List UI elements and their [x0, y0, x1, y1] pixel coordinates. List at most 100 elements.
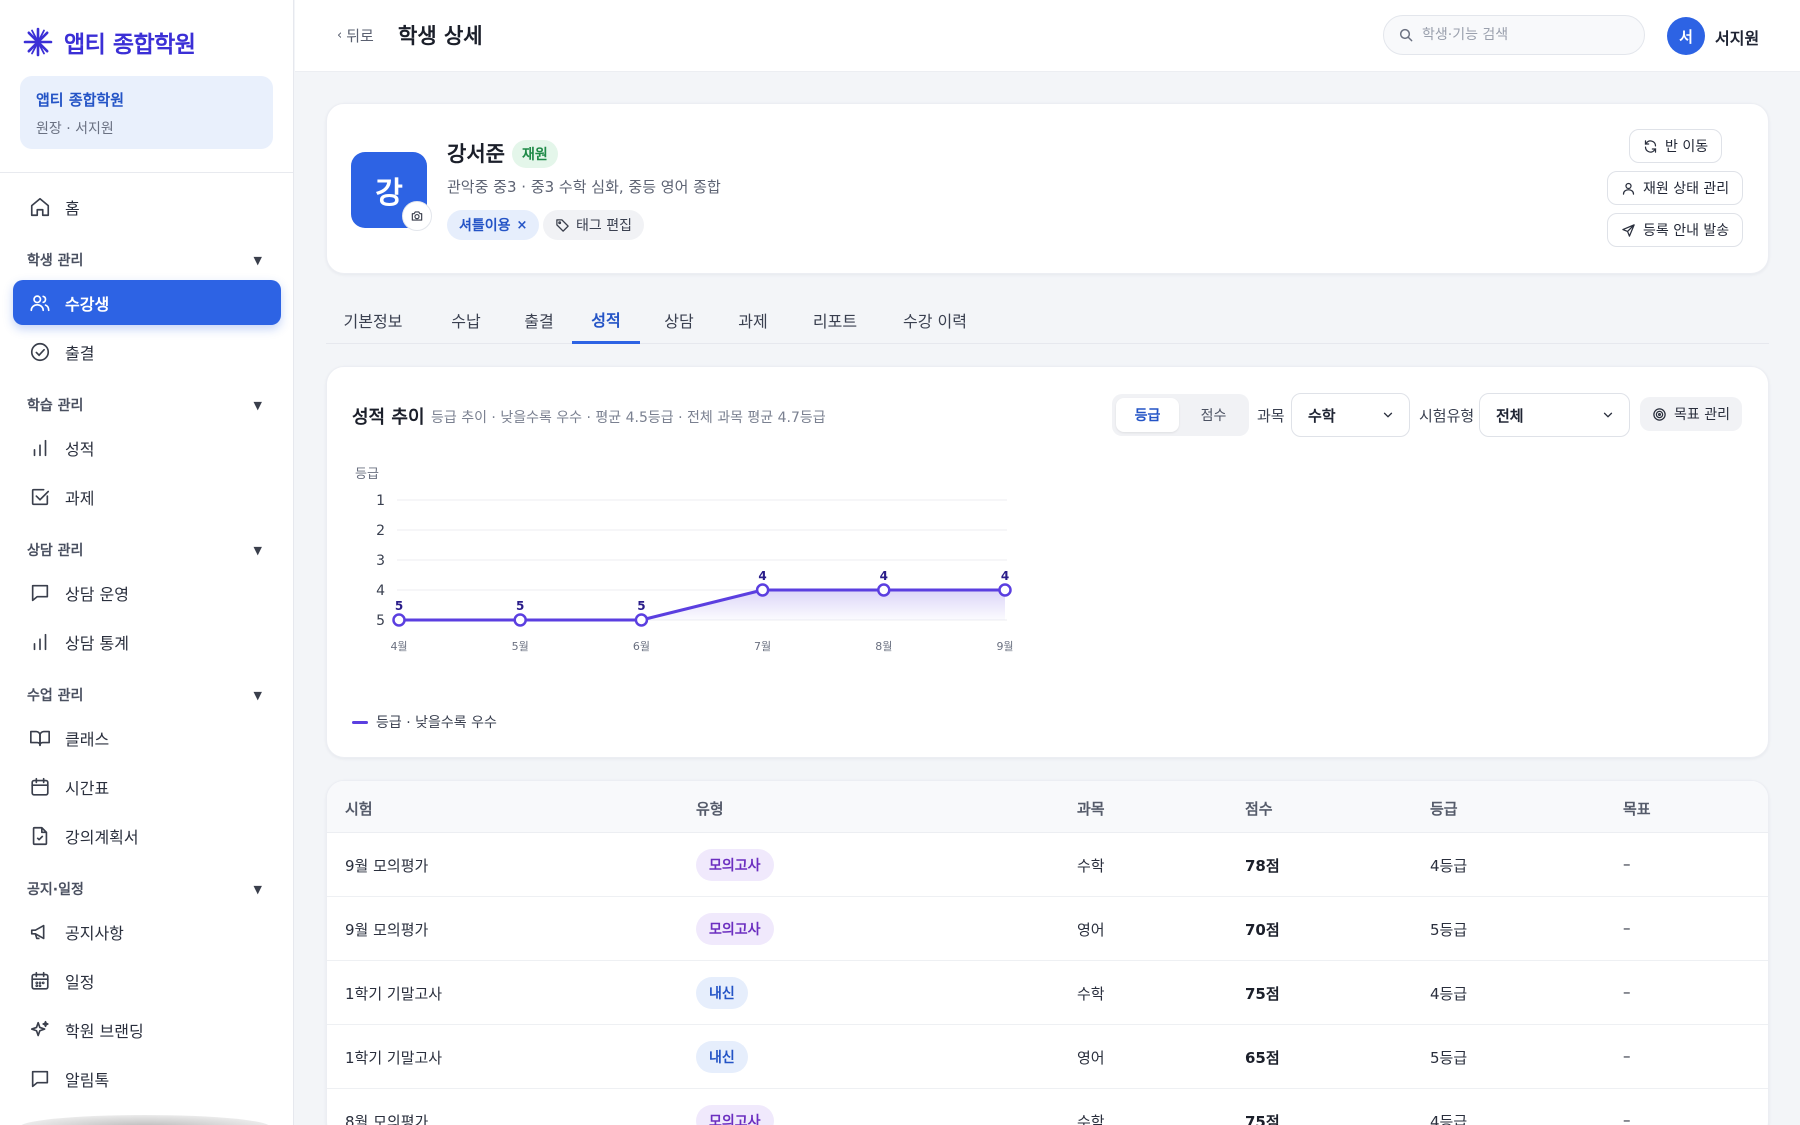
data-point: [513, 613, 527, 627]
chevron-down-icon: [1603, 412, 1613, 418]
tab-report[interactable]: 리포트: [796, 296, 874, 344]
type-badge: 모의고사: [696, 849, 774, 881]
sidebar-item-label: 상담 운영: [65, 584, 129, 604]
cell-goal: –: [1623, 855, 1631, 873]
sidebar-item-counsel-ops[interactable]: 상담 운영: [13, 570, 281, 615]
section-notice-schedule[interactable]: 공지·일정 ▼: [27, 879, 262, 899]
tab-enroll-history[interactable]: 수강 이력: [888, 296, 982, 344]
data-point: [877, 583, 891, 597]
grade-trend-chart: 등급1234554월55월56월47월48월49월: [355, 467, 1014, 653]
table-row[interactable]: 8월 모의평가 모의고사 수학 75점 4등급 –: [327, 1089, 1768, 1125]
section-label: 공지·일정: [27, 882, 84, 898]
table-row[interactable]: 9월 모의평가 모의고사 수학 78점 4등급 –: [327, 833, 1768, 897]
mode-score-button[interactable]: 점수: [1182, 398, 1245, 432]
sidebar-item-lesson-plan[interactable]: 강의계획서: [13, 813, 281, 858]
send-enroll-notice-button[interactable]: 등록 안내 발송: [1607, 213, 1744, 247]
tab-homework[interactable]: 과제: [720, 296, 786, 344]
sidebar-item-label: 클래스: [65, 729, 110, 749]
cell-subject: 수학: [1077, 857, 1105, 875]
cell-score: 78점: [1245, 857, 1280, 875]
caret-down-icon: ▼: [253, 253, 262, 267]
sidebar-item-label: 일정: [65, 972, 95, 992]
change-photo-button[interactable]: [402, 201, 432, 231]
sidebar-item-schedule[interactable]: 일정: [13, 958, 281, 1003]
legend-swatch: [352, 720, 368, 724]
cell-exam: 9월 모의평가: [345, 921, 429, 939]
subject-select[interactable]: 수학: [1291, 393, 1410, 437]
book-open-icon: [30, 730, 50, 746]
x-tick-label: 9월: [996, 640, 1013, 653]
section-label: 수업 관리: [27, 688, 84, 704]
send-enroll-label: 등록 안내 발송: [1643, 223, 1730, 239]
brand-logo[interactable]: 앱티 종합학원: [22, 24, 196, 60]
sidebar-item-homework[interactable]: 과제: [13, 474, 281, 519]
sidebar-item-attendance[interactable]: 출결: [13, 329, 281, 374]
tab-attendance[interactable]: 출결: [506, 296, 572, 344]
table-row[interactable]: 9월 모의평가 모의고사 영어 70점 5등급 –: [327, 897, 1768, 961]
tag-edit-button[interactable]: 태그 편집: [543, 210, 644, 240]
status-manage-button[interactable]: 재원 상태 관리: [1607, 171, 1744, 205]
avatar[interactable]: 서: [1667, 17, 1705, 55]
col-header-exam: 시험: [345, 800, 373, 818]
sidebar-item-students[interactable]: 수강생: [13, 280, 281, 325]
section-learning-mgmt[interactable]: 학습 관리 ▼: [27, 395, 262, 415]
sidebar-item-grades[interactable]: 성적: [13, 425, 281, 470]
cell-goal: –: [1623, 1047, 1631, 1065]
examtype-select-value: 전체: [1496, 406, 1524, 425]
user-name[interactable]: 서지원: [1715, 25, 1759, 49]
y-tick-label: 4: [376, 583, 385, 599]
org-role: 원장 · 서지원: [36, 121, 114, 137]
cell-subject: 수학: [1077, 985, 1105, 1003]
table-header: 시험 유형 과목 점수 등급 목표: [327, 781, 1768, 833]
cell-grade: 4등급: [1430, 857, 1468, 875]
search-input[interactable]: [1422, 27, 1622, 43]
section-counsel-mgmt[interactable]: 상담 관리 ▼: [27, 540, 262, 560]
cell-score: 70점: [1245, 921, 1280, 939]
table-row[interactable]: 1학기 기말고사 내신 영어 65점 5등급 –: [327, 1025, 1768, 1089]
tag-chip-shuttle[interactable]: 셔틀이용 ×: [447, 210, 540, 240]
data-label: 4: [758, 569, 766, 583]
data-label: 4: [880, 569, 888, 583]
home-icon: [30, 197, 50, 216]
table-row[interactable]: 1학기 기말고사 내신 수학 75점 4등급 –: [327, 961, 1768, 1025]
sidebar-item-counsel-stats[interactable]: 상담 통계: [13, 619, 281, 664]
sidebar-item-timetable[interactable]: 시간표: [13, 764, 281, 809]
calendar-icon: [31, 777, 49, 796]
goal-manage-button[interactable]: 목표 관리: [1640, 397, 1742, 431]
tab-counsel[interactable]: 상담: [646, 296, 712, 344]
sidebar-item-home[interactable]: 홈: [13, 184, 281, 229]
y-tick-label: 5: [376, 613, 385, 629]
tab-basic-info[interactable]: 기본정보: [326, 296, 420, 344]
section-class-mgmt[interactable]: 수업 관리 ▼: [27, 685, 262, 705]
sidebar-item-label: 공지사항: [65, 923, 124, 943]
col-header-subject: 과목: [1077, 800, 1105, 818]
sparkles-icon: [30, 1020, 49, 1036]
remove-tag-icon[interactable]: ×: [517, 218, 528, 233]
sidebar-item-branding[interactable]: 학원 브랜딩: [13, 1007, 281, 1052]
mode-grade-button[interactable]: 등급: [1116, 398, 1179, 432]
cell-subject: 영어: [1077, 921, 1105, 939]
sidebar-item-alimtalk[interactable]: 알림톡: [13, 1056, 281, 1101]
x-tick-label: 6월: [633, 640, 650, 653]
bar-chart-icon: [33, 439, 47, 456]
grade-table: 시험 유형 과목 점수 등급 목표 9월 모의평가 모의고사 수학 78점 4등급 –9월…: [326, 780, 1769, 1125]
section-student-mgmt[interactable]: 학생 관리 ▼: [27, 250, 262, 270]
examtype-select[interactable]: 전체: [1479, 393, 1630, 437]
sidebar-item-classes[interactable]: 클래스: [13, 715, 281, 760]
chat-icon: [31, 584, 49, 601]
tab-grades[interactable]: 성적: [572, 296, 640, 344]
tab-payments[interactable]: 수납: [434, 296, 498, 344]
move-class-button[interactable]: 반 이동: [1629, 129, 1723, 163]
back-label: 뒤로: [346, 27, 374, 45]
student-profile-card: 강 강서준 재원 관악중 중3 · 중3 수학 심화, 중등 영어 종합 셔틀이…: [326, 103, 1769, 274]
cell-grade: 5등급: [1430, 1049, 1468, 1067]
sidebar-item-notices[interactable]: 공지사항: [13, 909, 281, 954]
data-label: 5: [395, 599, 403, 613]
col-header-type: 유형: [696, 800, 724, 818]
student-description: 관악중 중3 · 중3 수학 심화, 중등 영어 종합: [447, 178, 721, 196]
back-button[interactable]: ‹ 뒤로: [337, 25, 374, 46]
examtype-filter-label: 시험유형: [1419, 407, 1475, 425]
type-badge: 모의고사: [696, 913, 774, 945]
org-card[interactable]: 앱티 종합학원 원장 · 서지원: [20, 76, 273, 149]
search-box[interactable]: [1383, 15, 1645, 55]
